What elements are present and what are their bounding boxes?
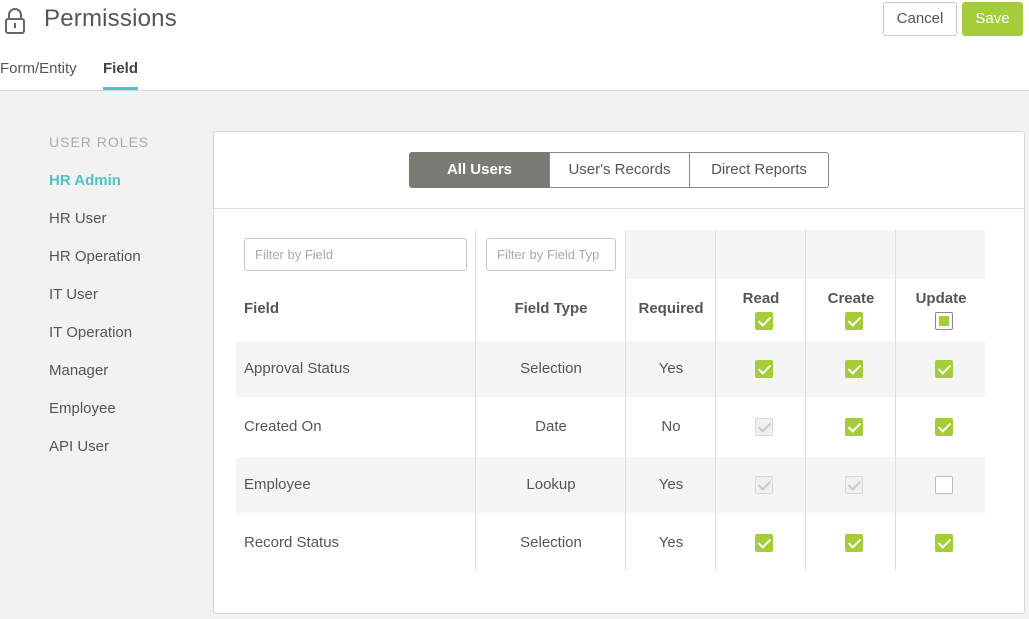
column-header-update: Update bbox=[915, 290, 967, 307]
page-title: Permissions bbox=[44, 5, 177, 32]
cell-field-type: Date bbox=[535, 418, 567, 435]
save-button[interactable]: Save bbox=[962, 2, 1023, 36]
read-checkbox[interactable] bbox=[755, 360, 773, 378]
column-divider bbox=[805, 230, 806, 571]
cell-required: Yes bbox=[658, 476, 684, 493]
cell-field: Created On bbox=[244, 418, 322, 435]
update-all-checkbox[interactable] bbox=[935, 312, 953, 330]
tab-field[interactable]: Field bbox=[103, 60, 138, 77]
role-hr-admin[interactable]: HR Admin bbox=[49, 172, 121, 189]
active-tab-indicator bbox=[103, 87, 138, 90]
column-header-read: Read bbox=[742, 290, 780, 307]
user-roles-heading: USER ROLES bbox=[49, 134, 150, 150]
column-header-required: Required bbox=[638, 300, 704, 317]
cell-required: Yes bbox=[658, 360, 684, 377]
role-manager[interactable]: Manager bbox=[49, 362, 108, 379]
role-api-user[interactable]: API User bbox=[49, 438, 109, 455]
role-hr-operation[interactable]: HR Operation bbox=[49, 248, 141, 265]
read-checkbox[interactable] bbox=[755, 534, 773, 552]
role-it-operation[interactable]: IT Operation bbox=[49, 324, 132, 341]
create-checkbox bbox=[845, 476, 863, 494]
tab-form-entity[interactable]: Form/Entity bbox=[0, 60, 77, 77]
cell-field-type: Lookup bbox=[526, 476, 576, 493]
cell-field: Approval Status bbox=[244, 360, 350, 377]
cell-field-type: Selection bbox=[520, 360, 582, 377]
cancel-button[interactable]: Cancel bbox=[883, 2, 957, 36]
update-checkbox[interactable] bbox=[935, 418, 953, 436]
column-divider bbox=[715, 230, 716, 571]
update-checkbox[interactable] bbox=[935, 476, 953, 494]
read-checkbox bbox=[755, 476, 773, 494]
create-all-checkbox[interactable] bbox=[845, 312, 863, 330]
read-checkbox bbox=[755, 418, 773, 436]
column-divider bbox=[895, 230, 896, 571]
cell-required: Yes bbox=[658, 534, 684, 551]
segment-direct-reports[interactable]: Direct Reports bbox=[689, 152, 829, 188]
lock-icon bbox=[5, 8, 25, 34]
segment-all-users[interactable]: All Users bbox=[409, 152, 550, 188]
filter-by-field-type-input[interactable] bbox=[486, 238, 616, 271]
panel-divider bbox=[214, 208, 1024, 209]
create-checkbox[interactable] bbox=[845, 360, 863, 378]
column-header-create: Create bbox=[827, 290, 875, 307]
column-header-field: Field bbox=[244, 300, 280, 317]
column-divider bbox=[475, 230, 476, 571]
create-checkbox[interactable] bbox=[845, 418, 863, 436]
filter-by-field-input[interactable] bbox=[244, 238, 467, 271]
column-header-field-type: Field Type bbox=[514, 300, 588, 317]
create-checkbox[interactable] bbox=[845, 534, 863, 552]
role-hr-user[interactable]: HR User bbox=[49, 210, 107, 227]
top-bar: Permissions Cancel Save Form/Entity Fiel… bbox=[0, 0, 1029, 91]
cell-field: Employee bbox=[244, 476, 311, 493]
cell-field: Record Status bbox=[244, 534, 340, 551]
role-it-user[interactable]: IT User bbox=[49, 286, 98, 303]
cell-required: No bbox=[661, 418, 681, 435]
read-all-checkbox[interactable] bbox=[755, 312, 773, 330]
column-divider bbox=[625, 230, 626, 571]
cell-field-type: Selection bbox=[520, 534, 582, 551]
segment-users-records[interactable]: User's Records bbox=[549, 152, 690, 188]
update-checkbox[interactable] bbox=[935, 360, 953, 378]
update-checkbox[interactable] bbox=[935, 534, 953, 552]
role-employee[interactable]: Employee bbox=[49, 400, 116, 417]
